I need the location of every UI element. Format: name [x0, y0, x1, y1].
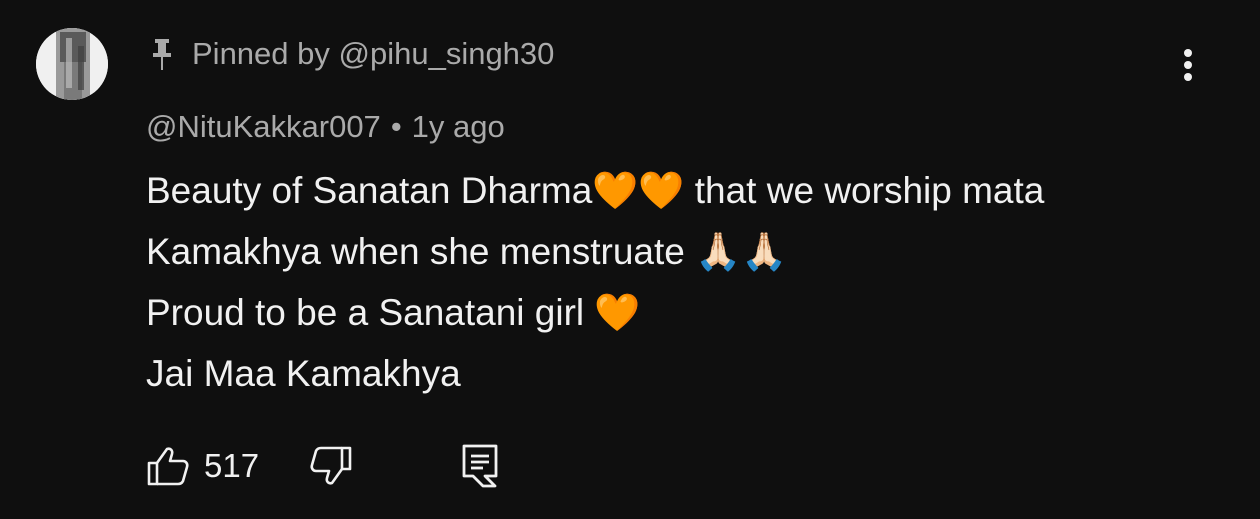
pinned-label: Pinned by @pihu_singh30 — [148, 32, 554, 76]
more-options-button[interactable] — [1168, 40, 1208, 90]
comment-line: Beauty of Sanatan Dharma🧡🧡 that we worsh… — [146, 170, 1045, 211]
more-vertical-icon — [1184, 49, 1192, 81]
comment-line: Proud to be a Sanatani girl 🧡 — [146, 292, 641, 333]
dislike-button[interactable] — [309, 445, 353, 487]
avatar[interactable] — [36, 28, 108, 100]
author-handle[interactable]: @NituKakkar007 — [146, 109, 381, 145]
reply-button[interactable] — [461, 443, 499, 489]
comment-thread: Pinned by @pihu_singh30 @NituKakkar007 •… — [0, 0, 1260, 519]
avatar-image — [36, 28, 108, 100]
comment-header: @NituKakkar007 • 1y ago — [146, 106, 505, 148]
comment-actions: 517 — [146, 438, 499, 494]
like-button[interactable] — [146, 445, 190, 487]
thumbs-up-icon — [147, 447, 189, 486]
comment-time[interactable]: 1y ago — [412, 109, 505, 145]
thumbs-down-icon — [310, 446, 352, 485]
comment-line: Kamakhya when she menstruate 🙏🏻🙏🏻 — [146, 231, 788, 272]
reply-icon — [462, 444, 498, 488]
separator-dot: • — [390, 109, 402, 144]
pin-icon — [148, 36, 176, 72]
comment-text: Beauty of Sanatan Dharma🧡🧡 that we worsh… — [146, 160, 1206, 404]
comment-line: Jai Maa Kamakhya — [146, 353, 461, 394]
like-count: 517 — [204, 447, 260, 484]
pinned-text: Pinned by @pihu_singh30 — [192, 36, 555, 71]
